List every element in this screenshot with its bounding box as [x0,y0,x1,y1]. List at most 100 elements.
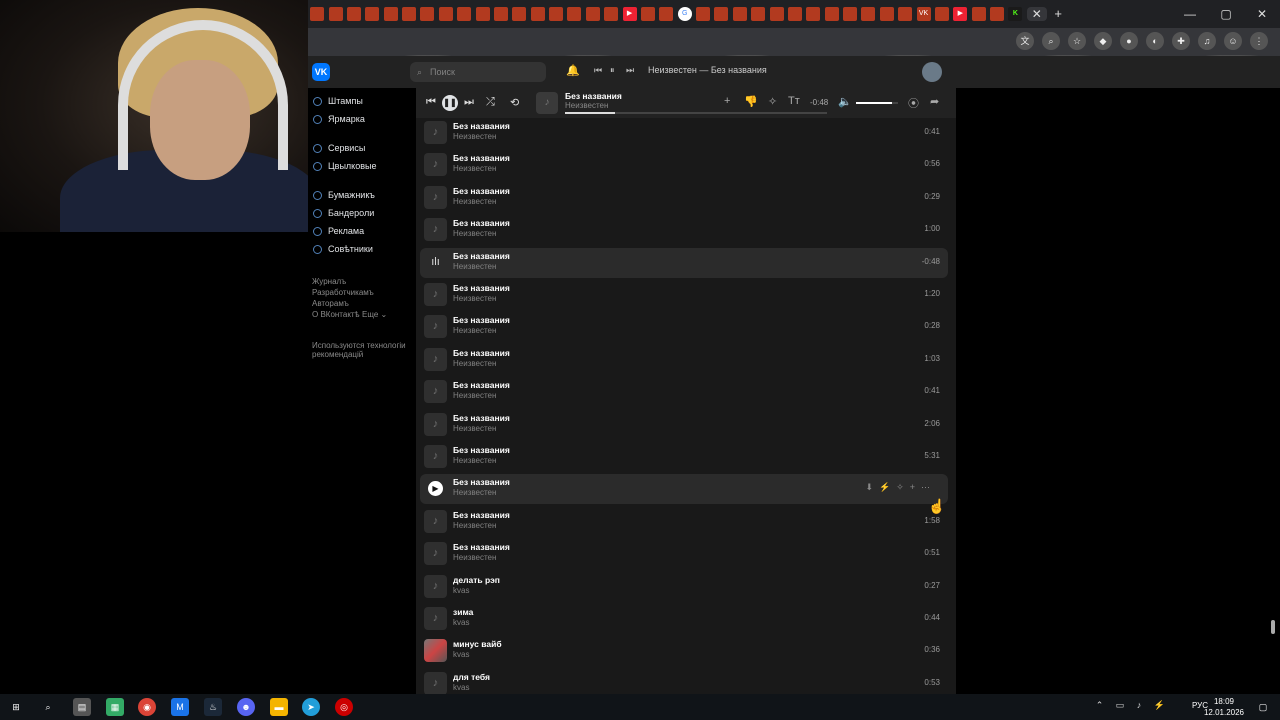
notifications-icon[interactable]: ▢ [1254,698,1272,716]
browser-tab[interactable] [659,7,674,21]
track-row[interactable]: ♪ Без названия Неизвестен 1:03 [420,345,948,375]
app-icon[interactable]: ▤ [73,698,91,716]
music-note-icon[interactable]: ♪ [424,574,447,598]
track-title[interactable]: Без названия [453,121,510,131]
music-note-icon[interactable]: ♪ [424,671,447,695]
menu-icon[interactable]: ⋮ [1250,32,1268,50]
track-title[interactable]: Без названия [453,380,510,390]
chrome-icon[interactable]: ◉ [138,698,156,716]
sidebar-item[interactable]: Сервисы [313,143,365,153]
browser-tab[interactable] [604,7,619,21]
lyrics-icon[interactable]: Tт [788,95,800,107]
browser-tab[interactable]: ▶ [622,7,637,21]
track-artist[interactable]: Неизвестен [453,553,496,562]
sidebar-item[interactable]: Совѣтники [313,244,373,254]
browser-tab[interactable]: ▶ [953,7,968,21]
music-note-icon[interactable]: ♪ [424,607,447,630]
star-icon[interactable]: ☆ [1068,32,1086,50]
track-artist[interactable]: kvas [453,650,469,659]
track-title[interactable]: Без названия [453,315,510,325]
close-window-button[interactable]: ✕ [1244,0,1280,28]
browser-tab[interactable]: K [1008,7,1023,21]
browser-tab[interactable] [696,7,711,21]
search-icon[interactable]: ⌕ [39,698,57,716]
track-row[interactable]: ▶ Без названия Неизвестен ⬇⚡✧+⋯ [420,474,948,505]
browser-tab[interactable]: G [677,7,692,21]
track-artist[interactable]: Неизвестен [453,262,496,271]
music-note-icon[interactable]: ♪ [424,315,447,339]
track-title[interactable]: минус вайб [453,639,502,649]
browser-tab[interactable] [585,7,600,21]
sidebar-item[interactable]: Ярмарка [313,114,365,124]
broadcast-icon[interactable]: ⦿ [908,95,919,111]
progress-bar[interactable] [565,112,827,114]
track-artist[interactable]: Неизвестен [453,229,496,238]
repeat-icon[interactable]: ⟲ [510,96,519,109]
track-title[interactable]: Без названия [453,186,510,196]
music-note-icon[interactable]: ♪ [424,509,447,533]
media-icon[interactable]: ♫ [1198,32,1216,50]
track-title[interactable]: Без названия [453,445,510,455]
browser-tab[interactable] [328,7,343,21]
share-icon[interactable]: ➦ [930,95,939,108]
track-artist[interactable]: kvas [453,586,469,595]
avatar[interactable] [922,62,942,82]
track-row[interactable]: ♪ Без названия Неизвестен 1:58 [420,507,948,537]
windows-start-icon[interactable]: ⊞ [7,698,25,716]
header-now-playing[interactable]: Неизвестен — Без названия [648,65,767,75]
track-artist[interactable]: Неизвестен [453,391,496,400]
track-row[interactable]: ♪ Без названия Неизвестен 0:29 [420,183,948,213]
track-artist[interactable]: Неизвестен [453,294,496,303]
track-row[interactable]: ♪ Без названия Неизвестен 1:20 [420,280,948,310]
track-artist[interactable]: kvas [453,683,469,692]
bell-icon[interactable]: 🔔 [566,64,580,77]
shuffle-icon[interactable]: ⤮ [486,96,495,109]
close-tab-icon[interactable]: ✕ [1032,7,1042,21]
track-title[interactable]: для тебя [453,672,490,682]
browser-tab[interactable] [806,7,821,21]
browser-tab[interactable] [438,7,453,21]
minimize-button[interactable]: — [1172,0,1208,28]
music-note-icon[interactable]: ♪ [424,121,447,144]
track-cover-image[interactable] [424,639,447,663]
zoom-icon[interactable]: ⌕ [1042,32,1060,50]
track-artist[interactable]: Неизвестен [453,521,496,530]
browser-tab[interactable] [714,7,729,21]
browser-tab[interactable] [751,7,766,21]
browser-tab[interactable] [990,7,1005,21]
footer-link[interactable]: Разработчикамъ [312,288,374,297]
track-artist[interactable]: Неизвестен [453,424,496,433]
puzzle-icon[interactable]: ✚ [1172,32,1190,50]
browser-tab[interactable] [769,7,784,21]
discord-icon[interactable]: ☻ [237,698,255,716]
music-note-icon[interactable]: ♪ [424,185,447,209]
music-note-icon[interactable]: ♪ [424,380,447,404]
player-title[interactable]: Без названия [565,91,622,101]
browser-tab[interactable] [475,7,490,21]
system-tray-icons[interactable]: ⌃ ▭ ♪ ⚡ [1096,700,1170,711]
browser-tab[interactable] [861,7,876,21]
browser-tab[interactable] [420,7,435,21]
track-row[interactable]: ♪ Без названия Неизвестен 5:31 [420,442,948,472]
sidebar-item[interactable]: Бумажникъ [313,190,375,200]
browser-tab[interactable] [493,7,508,21]
profile-icon[interactable]: ☺ [1224,32,1242,50]
track-title[interactable]: делать рэп [453,575,500,585]
pause-button[interactable]: ❚❚ [442,95,458,111]
maximize-button[interactable]: ▢ [1208,0,1244,28]
music-note-icon[interactable]: ♪ [424,542,447,566]
browser-tab[interactable] [824,7,839,21]
track-row[interactable]: ♪ Без названия Неизвестен 0:41 [420,118,948,148]
browser-tab[interactable] [402,7,417,21]
browser-tab[interactable] [549,7,564,21]
address-bar[interactable]: 文 ⌕ ☆ ◆ ● ◐ ✚ ♫ ☺ ⋮ [308,28,1280,56]
sidebar-item[interactable]: Реклама [313,226,364,236]
pause-icon[interactable]: ⏸ [610,65,615,76]
track-row[interactable]: ♪ Без названия Неизвестен 0:51 [420,539,948,569]
track-artist[interactable]: Неизвестен [453,326,496,335]
track-title[interactable]: Без названия [453,510,510,520]
track-title[interactable]: Без названия [453,283,510,293]
track-row[interactable]: ♪ Без названия Неизвестен 0:41 [420,377,948,407]
track-artist[interactable]: Неизвестен [453,456,496,465]
browser-tab[interactable] [971,7,986,21]
